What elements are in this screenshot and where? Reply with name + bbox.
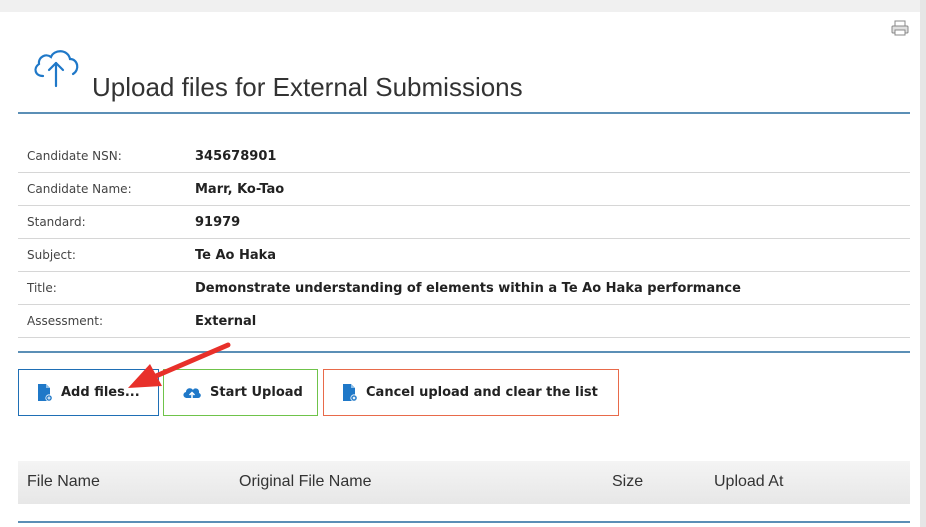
- files-table-header: File Name Original File Name Size Upload…: [18, 461, 910, 504]
- page-top-shadow: [0, 0, 926, 12]
- page-scroll-edge: [920, 0, 926, 527]
- start-upload-button[interactable]: Start Upload: [163, 369, 318, 416]
- column-header-size[interactable]: Size: [612, 473, 643, 491]
- file-cancel-icon: [343, 384, 358, 402]
- column-header-file-name[interactable]: File Name: [27, 473, 100, 491]
- detail-row-name: Candidate Name: Marr, Ko-Tao: [18, 172, 910, 206]
- detail-label: Candidate NSN:: [18, 140, 195, 173]
- add-files-label: Add files...: [61, 385, 140, 400]
- detail-value: Marr, Ko-Tao: [195, 172, 910, 206]
- cloud-upload-icon: [183, 387, 201, 399]
- column-header-upload-at[interactable]: Upload At: [714, 473, 783, 491]
- detail-value: 91979: [195, 205, 910, 239]
- detail-label: Standard:: [18, 205, 195, 239]
- detail-value: External: [195, 304, 910, 338]
- detail-row-subject: Subject: Te Ao Haka: [18, 238, 910, 272]
- candidate-details-table: Candidate NSN: 345678901 Candidate Name:…: [18, 140, 910, 338]
- detail-label: Title:: [18, 271, 195, 305]
- add-files-button[interactable]: Add files...: [18, 369, 159, 416]
- detail-label: Assessment:: [18, 304, 195, 338]
- start-upload-label: Start Upload: [210, 385, 303, 400]
- file-add-icon: [38, 384, 53, 402]
- cloud-upload-icon: [34, 50, 79, 88]
- files-table-divider: [18, 521, 910, 523]
- page-title: Upload files for External Submissions: [92, 72, 523, 102]
- detail-value: Demonstrate understanding of elements wi…: [195, 271, 910, 305]
- cancel-upload-button[interactable]: Cancel upload and clear the list: [323, 369, 619, 416]
- print-icon[interactable]: [891, 20, 909, 36]
- detail-row-nsn: Candidate NSN: 345678901: [18, 140, 910, 173]
- detail-row-assessment: Assessment: External: [18, 304, 910, 338]
- section-divider: [18, 351, 910, 353]
- cancel-upload-label: Cancel upload and clear the list: [366, 385, 598, 400]
- title-divider: [18, 112, 910, 114]
- detail-label: Candidate Name:: [18, 172, 195, 206]
- detail-row-title: Title: Demonstrate understanding of elem…: [18, 271, 910, 305]
- column-header-original-file-name[interactable]: Original File Name: [239, 473, 371, 491]
- detail-value: 345678901: [195, 140, 910, 173]
- detail-label: Subject:: [18, 238, 195, 272]
- detail-row-standard: Standard: 91979: [18, 205, 910, 239]
- detail-value: Te Ao Haka: [195, 238, 910, 272]
